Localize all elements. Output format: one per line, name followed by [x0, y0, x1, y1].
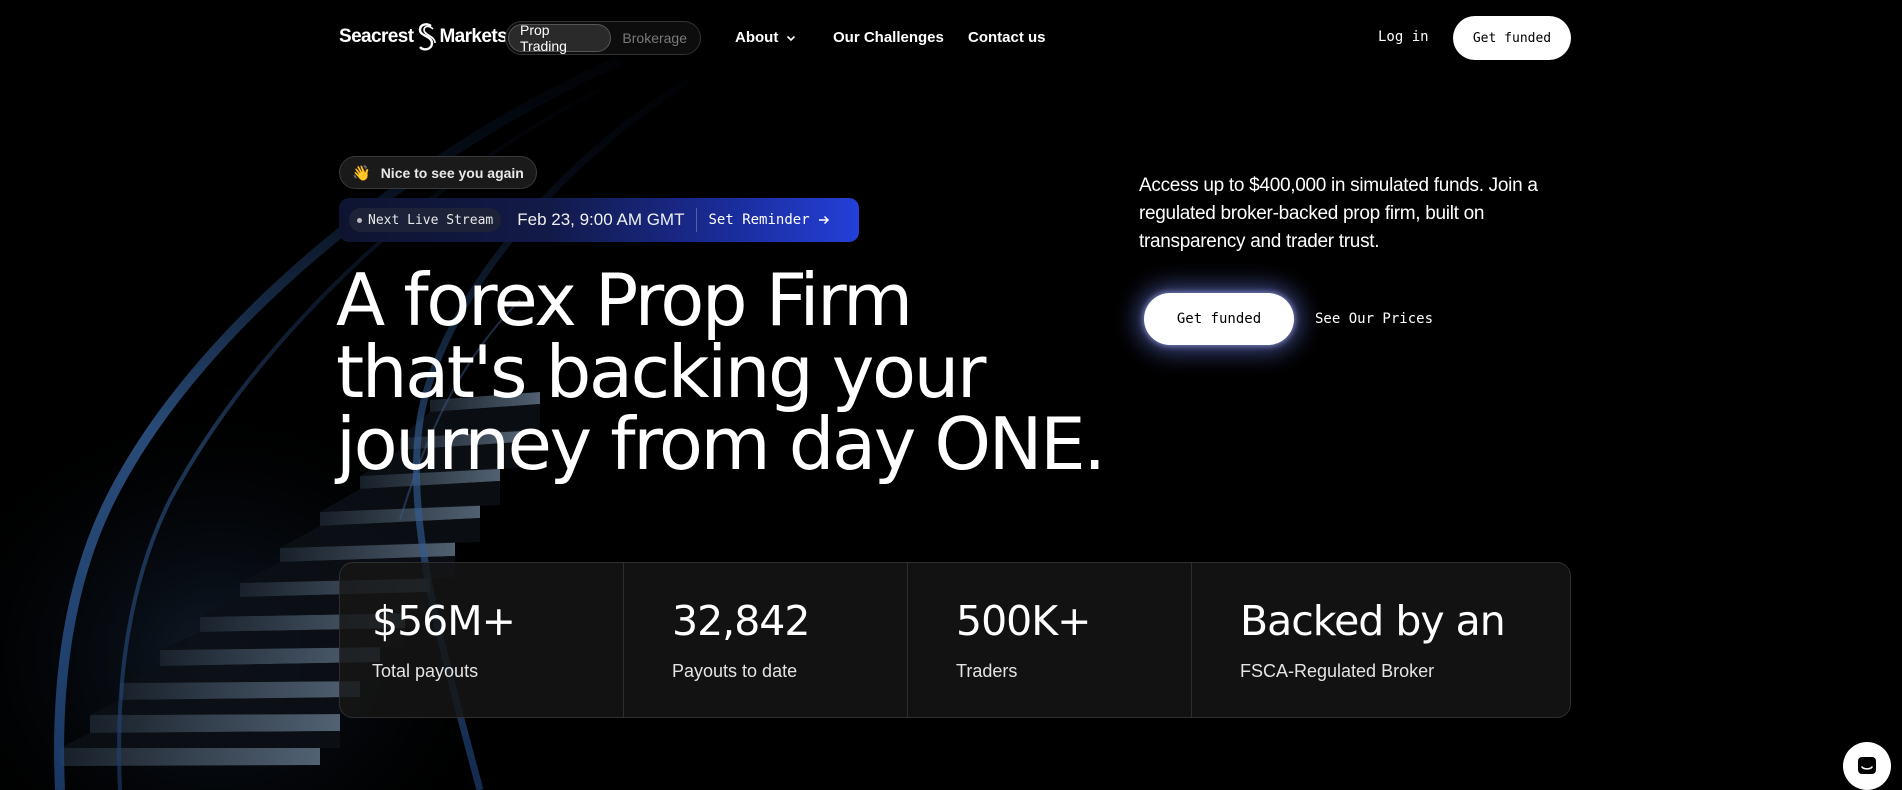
tab-brokerage[interactable]: Brokerage: [611, 24, 698, 52]
get-funded-nav-button[interactable]: Get funded: [1453, 16, 1571, 60]
greeting-badge: 👋 Nice to see you again: [339, 156, 537, 189]
chat-launcher-button[interactable]: [1843, 742, 1891, 790]
brand-name-left: Seacrest: [339, 26, 414, 47]
brand-name-right: Markets: [439, 26, 508, 47]
stat-traders: 500K+ Traders: [908, 563, 1192, 717]
set-reminder-button[interactable]: Set Reminder: [708, 212, 829, 228]
stat-label: Total payouts: [372, 661, 479, 681]
stat-total-payouts: $56M+ Total payouts: [340, 563, 624, 717]
get-funded-hero-button[interactable]: Get funded: [1144, 293, 1294, 345]
tab-prop-trading[interactable]: Prop Trading: [508, 22, 612, 54]
arrow-right-icon: [818, 215, 829, 225]
login-link[interactable]: Log in: [1378, 29, 1429, 45]
divider: [696, 208, 698, 232]
headline-line-1: A forex Prop Firm: [336, 258, 913, 342]
stat-value: $56M+: [372, 597, 516, 645]
top-navigation: Seacrest Markets Prop Trading Brokerage …: [0, 0, 1902, 76]
stat-label: Payouts to date: [672, 661, 798, 681]
seacrest-s-logo-icon: [419, 23, 437, 51]
stat-value: Backed by an: [1240, 597, 1506, 645]
stat-backed-by-broker: Backed by an FSCA-Regulated Broker: [1192, 563, 1570, 717]
waving-hand-icon: 👋: [352, 164, 371, 182]
live-stream-banner: Next Live Stream Feb 23, 9:00 AM GMT Set…: [339, 198, 859, 242]
see-our-prices-link[interactable]: See Our Prices: [1315, 311, 1433, 327]
product-switcher: Prop Trading Brokerage: [505, 21, 701, 55]
nav-about-label: About: [735, 29, 779, 46]
chat-bubble-icon: [1858, 757, 1876, 774]
hero-tagline: Access up to $400,000 in simulated funds…: [1139, 175, 1538, 252]
chevron-down-icon: [787, 35, 796, 41]
nav-our-challenges[interactable]: Our Challenges: [833, 29, 944, 46]
live-dot-icon: [357, 217, 362, 223]
live-stream-label: Next Live Stream: [349, 208, 502, 232]
hero-headline: A forex Prop Firm that's backing your jo…: [336, 264, 1136, 480]
stats-panel: $56M+ Total payouts 32,842 Payouts to da…: [339, 562, 1571, 718]
set-reminder-label: Set Reminder: [708, 212, 810, 228]
brand-logo[interactable]: Seacrest Markets: [339, 22, 508, 52]
nav-about-menu[interactable]: About: [735, 29, 796, 46]
stat-value: 32,842: [672, 597, 810, 645]
live-stream-label-text: Next Live Stream: [368, 212, 494, 228]
stat-label: FSCA-Regulated Broker: [1240, 661, 1435, 681]
headline-line-2: that's backing your: [336, 330, 986, 414]
headline-line-3: journey from day ONE.: [336, 402, 1106, 486]
stat-label: Traders: [956, 661, 1018, 681]
live-stream-date: Feb 23, 9:00 AM GMT: [517, 210, 685, 229]
stat-value: 500K+: [956, 597, 1091, 645]
greeting-text: Nice to see you again: [380, 164, 524, 181]
nav-contact-us[interactable]: Contact us: [968, 29, 1046, 46]
stat-payouts-to-date: 32,842 Payouts to date: [624, 563, 908, 717]
